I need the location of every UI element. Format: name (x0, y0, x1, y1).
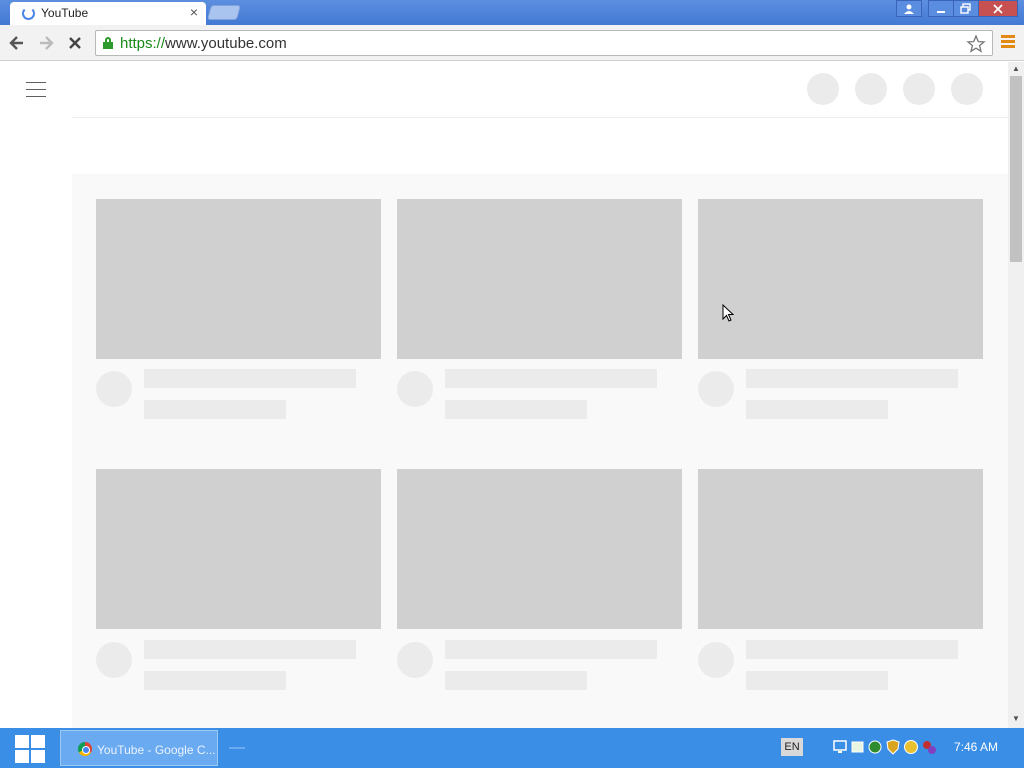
lock-icon (103, 37, 113, 49)
avatar-placeholder[interactable] (951, 73, 983, 105)
video-thumbnail-placeholder[interactable] (698, 199, 983, 359)
stop-button[interactable] (63, 31, 87, 55)
video-meta-placeholder (746, 671, 888, 690)
restore-icon (960, 3, 971, 14)
shield-icon[interactable] (885, 739, 901, 755)
video-thumbnail-placeholder[interactable] (397, 199, 682, 359)
system-clock[interactable]: 7:46 AM (954, 740, 998, 754)
stop-x-icon (69, 37, 81, 49)
url-text: https://www.youtube.com (120, 35, 287, 52)
video-thumbnail-placeholder[interactable] (397, 469, 682, 629)
taskbar-item-chrome[interactable]: YouTube - Google C... (60, 730, 218, 766)
channel-avatar-placeholder (397, 371, 433, 407)
user-icon (904, 4, 914, 14)
channel-avatar-placeholder (698, 371, 734, 407)
scroll-up-arrow-icon[interactable]: ▲ (1012, 64, 1020, 73)
flag-icon[interactable] (850, 739, 866, 755)
youtube-page (0, 62, 1008, 728)
video-title-placeholder (445, 369, 657, 388)
header-icon-placeholder[interactable] (807, 73, 839, 105)
channel-avatar-placeholder (397, 642, 433, 678)
globe-icon[interactable] (867, 739, 883, 755)
scrollbar-thumb[interactable] (1010, 76, 1022, 262)
tab-youtube[interactable]: YouTube × (10, 2, 206, 25)
guide-menu-icon[interactable] (26, 82, 46, 97)
browser-toolbar: https://www.youtube.com (0, 25, 1024, 61)
browser-titlebar: YouTube × (0, 0, 1024, 25)
header-icon-placeholder[interactable] (903, 73, 935, 105)
video-grid (72, 174, 1008, 728)
restore-button[interactable] (953, 0, 979, 17)
minimize-icon (937, 11, 945, 13)
address-bar[interactable]: https://www.youtube.com (95, 30, 993, 56)
video-meta-placeholder (144, 671, 286, 690)
channel-avatar-placeholder (698, 642, 734, 678)
new-tab-button[interactable] (206, 5, 242, 20)
video-title-placeholder (144, 640, 356, 659)
close-window-button[interactable] (978, 0, 1018, 17)
video-thumbnail-placeholder[interactable] (96, 469, 381, 629)
taskbar-indicator (229, 747, 245, 749)
tab-close-button[interactable]: × (190, 4, 198, 20)
windows-start-icon[interactable] (14, 734, 46, 764)
tab-title: YouTube (41, 6, 89, 20)
windows-taskbar: YouTube - Google C... EN 7:46 AM (0, 728, 1024, 768)
channel-avatar-placeholder (96, 642, 132, 678)
video-meta-placeholder (445, 400, 587, 419)
user-profile-button[interactable] (896, 0, 922, 17)
video-thumbnail-placeholder[interactable] (96, 199, 381, 359)
channel-avatar-placeholder (96, 371, 132, 407)
loading-spinner-icon (22, 7, 35, 20)
video-meta-placeholder (746, 400, 888, 419)
close-icon (993, 4, 1003, 14)
forward-button[interactable] (34, 31, 58, 55)
back-button[interactable] (5, 31, 29, 55)
back-arrow-icon (9, 36, 23, 50)
chrome-icon (78, 742, 92, 756)
video-title-placeholder (445, 640, 657, 659)
video-title-placeholder (144, 369, 356, 388)
video-title-placeholder (746, 369, 958, 388)
language-indicator[interactable]: EN (781, 738, 803, 756)
video-meta-placeholder (144, 400, 286, 419)
smiley-icon[interactable] (903, 739, 919, 755)
scroll-down-arrow-icon[interactable]: ▼ (1012, 714, 1020, 723)
bookmark-star-icon[interactable] (966, 31, 986, 60)
page-scrollbar[interactable]: ▲ ▼ (1008, 62, 1024, 728)
header-divider (72, 117, 1008, 118)
mouse-cursor-icon (722, 304, 734, 322)
header-icon-placeholder[interactable] (855, 73, 887, 105)
network-icon[interactable] (833, 739, 849, 755)
chrome-menu-icon[interactable] (1001, 35, 1015, 49)
taskbar-item-label: YouTube - Google C... (97, 743, 216, 757)
video-thumbnail-placeholder[interactable] (698, 469, 983, 629)
forward-arrow-icon (40, 36, 54, 50)
video-title-placeholder (746, 640, 958, 659)
app-tray-icon[interactable] (921, 739, 937, 755)
minimize-button[interactable] (928, 0, 954, 17)
video-meta-placeholder (445, 671, 587, 690)
